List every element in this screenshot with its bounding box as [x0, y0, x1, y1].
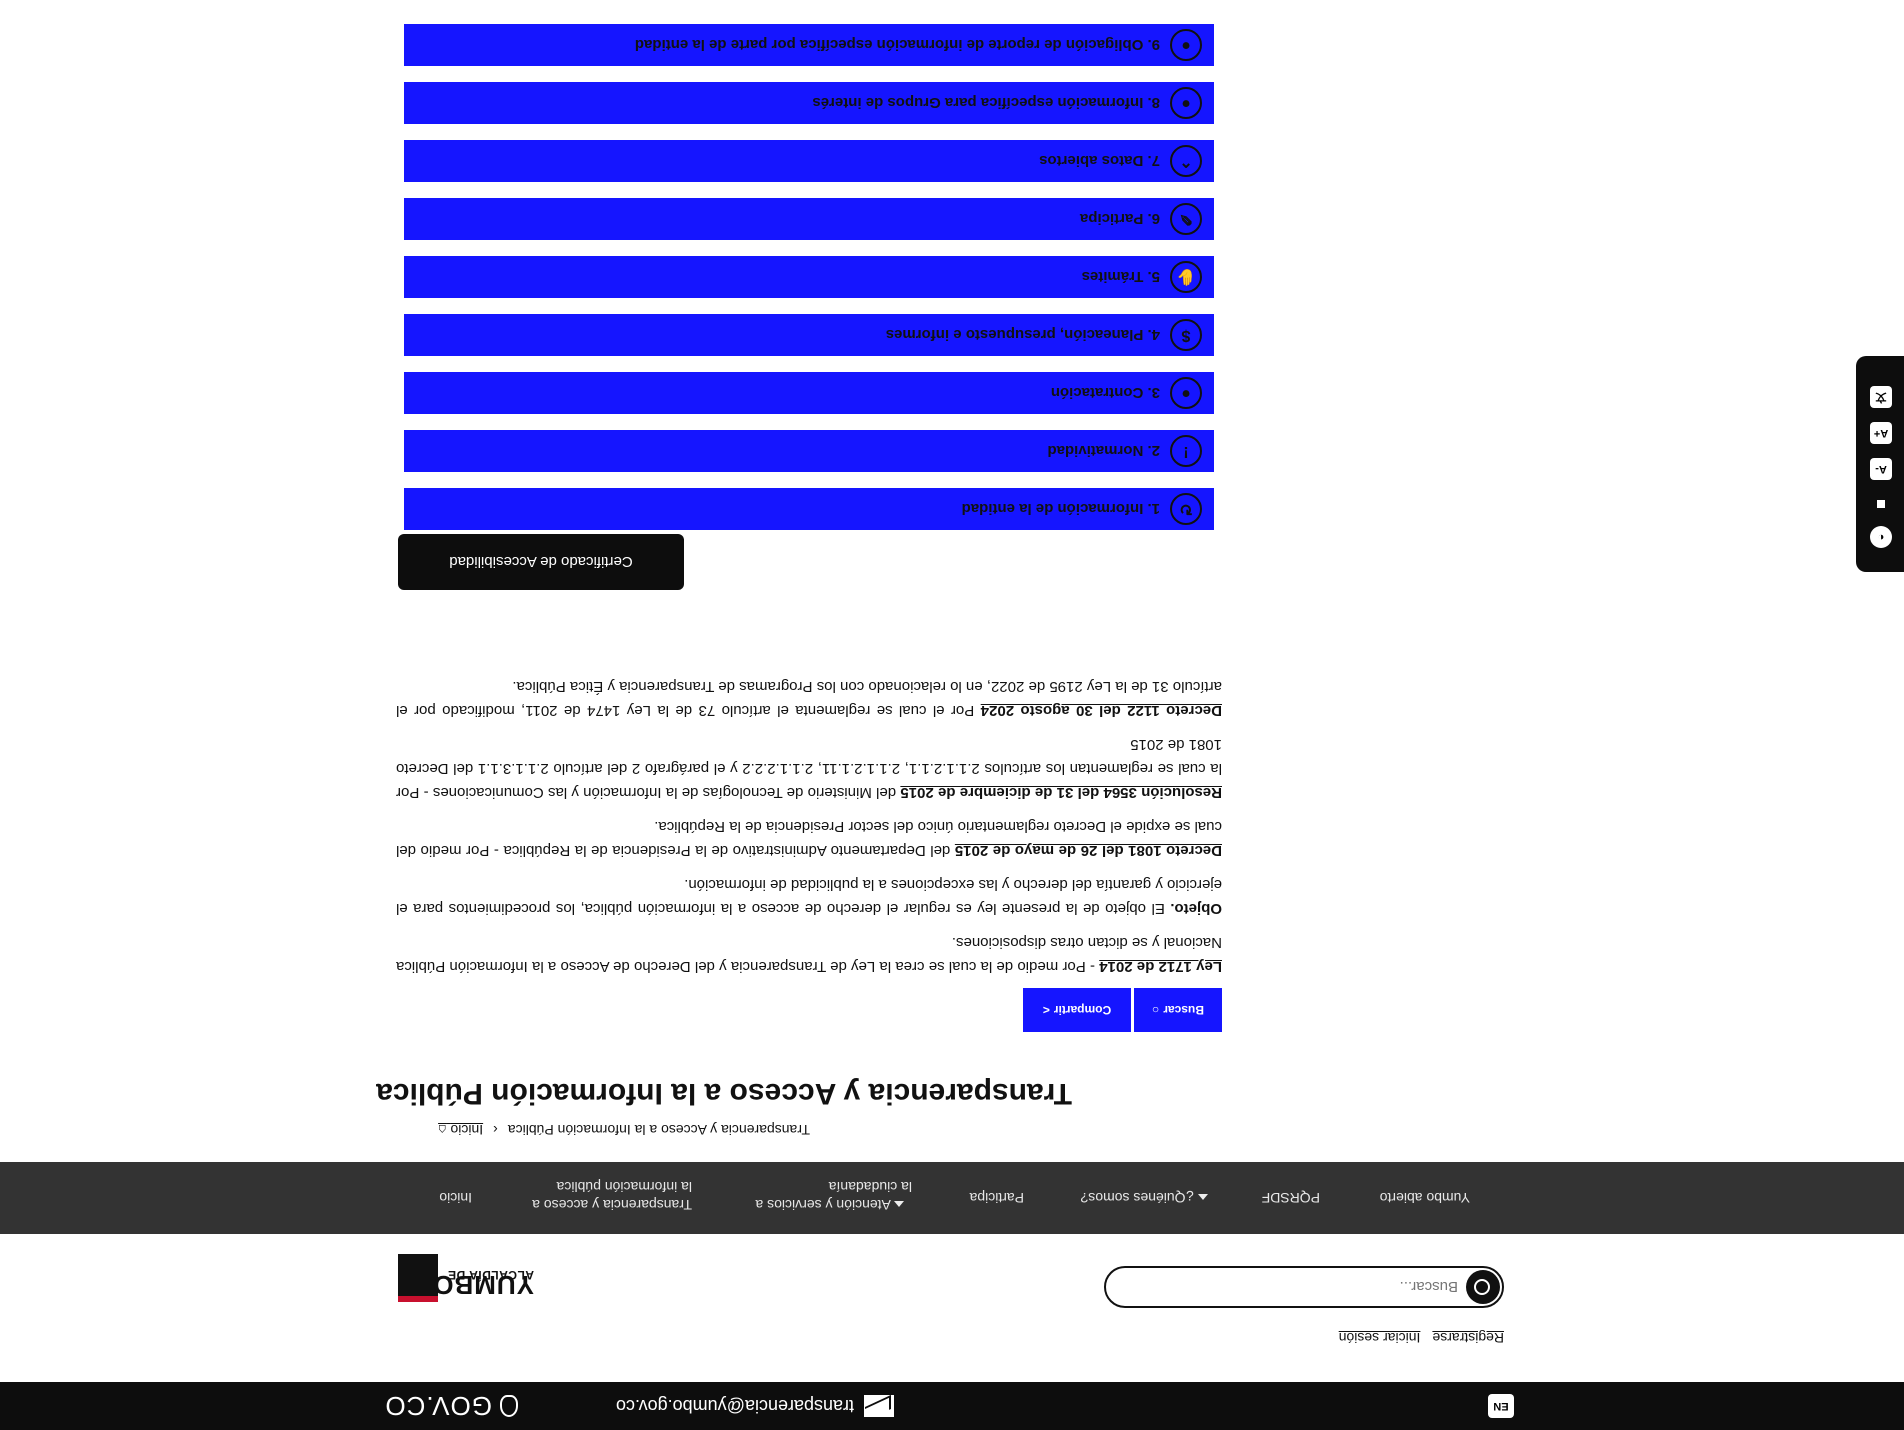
- page-actions: Buscar ○ Compartir <: [1023, 988, 1222, 1032]
- nav-item-inicio[interactable]: Inicio: [439, 1190, 472, 1206]
- chevron-icon: ‹: [493, 1122, 498, 1138]
- nav-item-atencion[interactable]: Atención y servicios a la ciudadanía: [742, 1178, 912, 1214]
- gov-co-text: GOV.CO: [384, 1391, 492, 1422]
- accordion-item-label: 6. Participa: [1079, 210, 1160, 228]
- nav-item-label: Atención y servicios a la ciudadanía: [755, 1179, 912, 1213]
- accessibility-toolbar: ◐ A- A+ 文: [1856, 356, 1904, 572]
- accordion-item[interactable]: ⌃ 7. Datos abiertos: [404, 140, 1214, 182]
- search-icon[interactable]: [1466, 1270, 1500, 1304]
- nav-item-transparencia[interactable]: Transparencia y acceso a la información …: [522, 1178, 692, 1214]
- gov-co-logo[interactable]: GOV.CO: [384, 1390, 518, 1422]
- hand-icon: ✋: [1170, 261, 1202, 293]
- decreto-1081-paragraph: Decreto 1081 del 26 de mayo de 2015 del …: [396, 814, 1222, 862]
- auth-links: Registrarse Iniciar sesión: [1339, 1330, 1504, 1346]
- accordion-item-label: 5. Trámites: [1081, 268, 1160, 286]
- accordion-item[interactable]: ! 2. Normatividad: [404, 430, 1214, 472]
- accordion-item[interactable]: ● 8. Información específica para Grupos d…: [404, 82, 1214, 124]
- site-header: Registrarse Iniciar sesión YUMBO ALCALDÍ…: [0, 1254, 1904, 1382]
- share-button-label: Compartir: [1053, 1003, 1112, 1017]
- decreto-1122-link[interactable]: Decreto 1122 del 30 agosto 2024: [981, 702, 1222, 719]
- legal-text: Ley 1712 de 2014 - Por medio de la cual …: [396, 664, 1222, 978]
- chevron-down-icon: [894, 1200, 904, 1207]
- nav-item-quienes-somos[interactable]: ¿Quiénes somos?: [1081, 1190, 1217, 1206]
- accordion-item[interactable]: ✎ 6. Participa: [404, 198, 1214, 240]
- chevron-down-icon: [1198, 1193, 1208, 1200]
- nav-item-participa[interactable]: Participa: [970, 1190, 1024, 1206]
- breadcrumb-current: Transparencia y Acceso a la Información …: [507, 1122, 810, 1138]
- resolucion-3564-paragraph: Resolución 3564 del 31 de diciembre de 2…: [396, 732, 1222, 804]
- search-button-label: Buscar: [1163, 1003, 1204, 1017]
- accordion-item-label: 2. Normatividad: [1047, 442, 1160, 460]
- gov-co-icon: [500, 1395, 518, 1417]
- paragraph-text: - Por medio de la cual se crea la Ley de…: [396, 934, 1222, 975]
- accordion-item[interactable]: ↻ 1. Información de la entidad: [404, 488, 1214, 530]
- accordion-item[interactable]: ● 3. Contratación: [404, 372, 1214, 414]
- breadcrumb-home-label: Inicio: [450, 1122, 484, 1138]
- accordion-item-label: 9. Obligación de reporte de información …: [634, 36, 1160, 54]
- contact-email[interactable]: transparencia@yumbo.gov.co: [616, 1392, 894, 1420]
- gov-bar: EN transparencia@yumbo.gov.co GOV.CO: [0, 1382, 1904, 1430]
- breadcrumb-home[interactable]: Inicio ⌂: [438, 1122, 483, 1138]
- page-stage: EN transparencia@yumbo.gov.co GOV.CO Reg…: [0, 0, 1904, 1430]
- search-input[interactable]: [1118, 1274, 1458, 1300]
- stamp-icon: ●: [1170, 377, 1202, 409]
- nav-item-pqrsdf[interactable]: PQRSDF: [1262, 1190, 1320, 1206]
- share-icon: <: [1042, 1003, 1050, 1017]
- decreto-1122-paragraph: Decreto 1122 del 30 agosto 2024 Por el c…: [396, 674, 1222, 722]
- accordion-item-label: 8. Información específica para Grupos de…: [812, 94, 1160, 112]
- accessibility-certificate-button[interactable]: Certificado de Accesibilidad: [398, 534, 684, 590]
- font-increase-icon[interactable]: A+: [1870, 422, 1892, 444]
- pencil-icon: ✎: [1170, 203, 1202, 235]
- share-button[interactable]: Compartir <: [1023, 988, 1131, 1032]
- arrow-icon[interactable]: [1877, 500, 1885, 508]
- page-title: Transparencia y Acceso a la Información …: [376, 1077, 1072, 1110]
- ley-1712-link[interactable]: Ley 1712 de 2014: [1099, 958, 1222, 975]
- ley-1712-paragraph: Ley 1712 de 2014 - Por medio de la cual …: [396, 930, 1222, 978]
- translate-icon[interactable]: 文: [1870, 386, 1892, 408]
- objeto-paragraph: Objeto. El objeto de la presente ley es …: [396, 872, 1222, 920]
- accordion-item-label: 3. Contratación: [1050, 384, 1160, 402]
- font-decrease-icon[interactable]: A-: [1870, 458, 1892, 480]
- alcaldia-logo[interactable]: YUMBO ALCALDÍA DE: [394, 1252, 534, 1302]
- accordion-item-label: 1. Información de la entidad: [961, 500, 1160, 518]
- logo-subtitle: ALCALDÍA DE: [447, 1268, 534, 1282]
- resolucion-3564-link[interactable]: Resolución 3564 del 31 de diciembre de 2…: [900, 784, 1222, 801]
- main-nav: Yumbo abierto PQRSDF ¿Quiénes somos? Par…: [0, 1162, 1904, 1234]
- accordion-item[interactable]: ✋ 5. Trámites: [404, 256, 1214, 298]
- language-button[interactable]: EN: [1488, 1394, 1514, 1418]
- register-link[interactable]: Registrarse: [1432, 1330, 1504, 1346]
- home-icon: ⌂: [438, 1122, 447, 1138]
- search-icon: ○: [1152, 1003, 1160, 1017]
- site-search: [1104, 1266, 1504, 1308]
- chart-icon: ⌃: [1170, 145, 1202, 177]
- email-text[interactable]: transparencia@yumbo.gov.co: [616, 1396, 854, 1417]
- envelope-icon: [864, 1395, 894, 1417]
- stamp-icon: ●: [1170, 87, 1202, 119]
- breadcrumb: Transparencia y Acceso a la Información …: [438, 1122, 810, 1138]
- search-button[interactable]: Buscar ○: [1134, 988, 1222, 1032]
- nav-item-yumbo-abierto[interactable]: Yumbo abierto: [1380, 1190, 1470, 1206]
- paragraph-text: El objeto de la presente ley es regular …: [396, 876, 1222, 917]
- accordion-item[interactable]: $4. Planeación, presupuesto e informes: [404, 314, 1214, 356]
- stamp-icon: ●: [1170, 29, 1202, 61]
- info-icon: !: [1170, 435, 1202, 467]
- accordion-item[interactable]: ● 9. Obligación de reporte de información…: [404, 24, 1214, 66]
- cycle-icon: ↻: [1170, 493, 1202, 525]
- objeto-label: Objeto.: [1170, 900, 1222, 917]
- decreto-1081-link[interactable]: Decreto 1081 del 26 de mayo de 2015: [955, 842, 1222, 859]
- dollar-icon: $: [1170, 319, 1202, 351]
- accordion-item-label: 7. Datos abiertos: [1039, 152, 1160, 170]
- login-link[interactable]: Iniciar sesión: [1339, 1330, 1421, 1346]
- contrast-icon[interactable]: ◐: [1870, 526, 1892, 548]
- accordion-item-label: 4. Planeación, presupuesto e informes: [885, 326, 1160, 344]
- nav-item-label: ¿Quiénes somos?: [1080, 1190, 1195, 1206]
